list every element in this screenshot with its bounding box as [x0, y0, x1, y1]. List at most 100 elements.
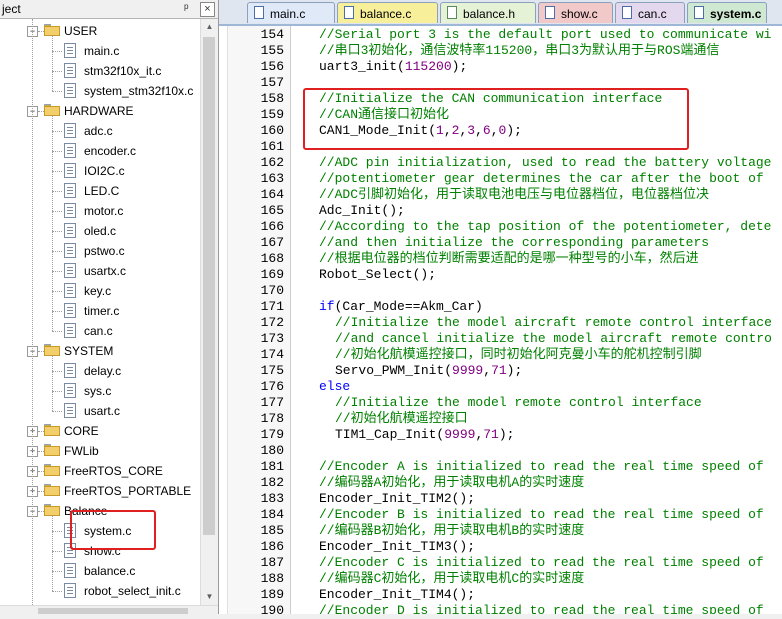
tree-folder[interactable]: − HARDWARE	[0, 101, 200, 121]
line-number: 154	[260, 27, 284, 42]
tree-file[interactable]: stm32f10x_it.c	[0, 61, 200, 81]
tree-file-label: pstwo.c	[84, 244, 125, 258]
code-comment: //串口3初始化，通信波特率115200，串口3为默认用于与ROS端通信	[319, 43, 720, 58]
tree-folder[interactable]: + FreeRTOS_CORE	[0, 461, 200, 481]
tree-file[interactable]: usartx.c	[0, 261, 200, 281]
tree-file-label: LED.C	[84, 184, 120, 198]
code-line[interactable]: Encoder_Init_TIM4();	[319, 587, 475, 603]
tree-file[interactable]: usart.c	[0, 401, 200, 421]
tab-balance-c[interactable]: balance.c	[337, 2, 438, 23]
code-line[interactable]: TIM1_Cap_Init(9999,71);	[335, 427, 514, 443]
tree-file[interactable]: pstwo.c	[0, 241, 200, 261]
code-line[interactable]: //ADC引脚初始化，用于读取电池电压与电位器档位，电位器档位决	[319, 187, 709, 203]
code-line[interactable]: //Initialize the model aircraft remote c…	[335, 315, 772, 331]
tree-file-label: system_stm32f10x.c	[84, 84, 194, 98]
tab-system-c[interactable]: system.c	[687, 2, 767, 23]
line-number: 177	[260, 395, 284, 410]
code-line[interactable]: //Encoder C is initialized to read the r…	[319, 555, 764, 571]
tree-file[interactable]: delay.c	[0, 361, 200, 381]
hscroll-thumb[interactable]	[38, 608, 188, 614]
code-line[interactable]: //编码器B初始化，用于读取电机B的实时速度	[319, 523, 584, 539]
tree-file[interactable]: oled.c	[0, 221, 200, 241]
code-line[interactable]: //初始化航模遥控接口，同时初始化阿克曼小车的舵机控制引脚	[335, 347, 702, 363]
code-line[interactable]: //根据电位器的档位判断需要适配的是哪一种型号的小车，然后进	[319, 251, 699, 267]
scroll-down-arrow-icon[interactable]: ▼	[201, 589, 218, 605]
tree-folder[interactable]: + FWLib	[0, 441, 200, 461]
code-line[interactable]: //potentiometer gear determines the car …	[319, 171, 764, 187]
code-comment: //Encoder A is initialized to read the r…	[319, 459, 764, 474]
c-file-icon	[64, 223, 76, 238]
c-file-icon	[64, 43, 76, 58]
tree-file[interactable]: adc.c	[0, 121, 200, 141]
code-line[interactable]: //初始化航模遥控接口	[335, 411, 468, 427]
c-file-icon	[64, 323, 76, 338]
code-line[interactable]: else	[319, 379, 350, 395]
code-line[interactable]: //and then initialize the corresponding …	[319, 235, 709, 251]
tree-file[interactable]: motor.c	[0, 201, 200, 221]
tab-show-c[interactable]: show.c	[538, 2, 613, 23]
code-line[interactable]: //Serial port 3 is the default port used…	[319, 27, 771, 43]
tree-folder[interactable]: − SYSTEM	[0, 341, 200, 361]
code-line[interactable]: //According to the tap position of the p…	[319, 219, 771, 235]
tree-file[interactable]: balance.c	[0, 561, 200, 581]
code-line[interactable]: Encoder_Init_TIM3();	[319, 539, 475, 555]
code-line[interactable]: //编码器A初始化，用于读取电机A的实时速度	[319, 475, 584, 491]
tab-main-c[interactable]: main.c	[247, 2, 335, 23]
tree-file[interactable]: LED.C	[0, 181, 200, 201]
code-line[interactable]: //Encoder A is initialized to read the r…	[319, 459, 764, 475]
line-number: 185	[260, 523, 284, 538]
tree-file[interactable]: system_stm32f10x.c	[0, 81, 200, 101]
tree-connector	[38, 471, 44, 472]
tree-vertical-scrollbar[interactable]: ▲ ▼	[200, 19, 218, 605]
tree-connector	[52, 591, 62, 592]
pin-icon[interactable]: ᵖ	[184, 1, 189, 15]
tab-balance-h[interactable]: balance.h	[440, 2, 536, 23]
tree-connector	[52, 531, 62, 532]
tree-connector	[38, 111, 44, 112]
tree-file-label: robot_select_init.c	[84, 584, 181, 598]
code-line[interactable]: uart3_init(115200);	[319, 59, 467, 75]
code-line[interactable]: //Initialize the model remote control in…	[335, 395, 702, 411]
tree-file[interactable]: robot_select_init.c	[0, 581, 200, 601]
code-line[interactable]: //编码器C初始化，用于读取电机C的实时速度	[319, 571, 584, 587]
code-line[interactable]: Robot_Select();	[319, 267, 436, 283]
code-line[interactable]: Adc_Init();	[319, 203, 405, 219]
tree-folder-label: FreeRTOS_PORTABLE	[64, 484, 192, 498]
tree-folder-label: HARDWARE	[64, 104, 134, 118]
line-number: 190	[260, 603, 284, 618]
code-line[interactable]: if(Car_Mode==Akm_Car)	[319, 299, 483, 315]
code-line[interactable]: //串口3初始化，通信波特率115200，串口3为默认用于与ROS端通信	[319, 43, 719, 59]
scroll-thumb[interactable]	[203, 37, 215, 535]
tree-horizontal-scrollbar[interactable]	[0, 605, 218, 614]
tree-file[interactable]: sys.c	[0, 381, 200, 401]
tree-file[interactable]: IOI2C.c	[0, 161, 200, 181]
code-line[interactable]: Encoder_Init_TIM2();	[319, 491, 475, 507]
code-token: uart3_init(	[319, 59, 405, 74]
tree-connector	[52, 271, 62, 272]
code-line[interactable]: //Encoder D is initialized to read the r…	[319, 603, 764, 614]
line-number: 184	[260, 507, 284, 522]
scroll-up-arrow-icon[interactable]: ▲	[201, 19, 218, 35]
tree-branch	[52, 515, 53, 591]
tree-connector	[52, 91, 62, 92]
tree-file[interactable]: timer.c	[0, 301, 200, 321]
line-number: 174	[260, 347, 284, 362]
code-line[interactable]: Servo_PWM_Init(9999,71);	[335, 363, 522, 379]
h-file-icon	[447, 6, 457, 19]
code-line[interactable]: //ADC pin initialization, used to read t…	[319, 155, 771, 171]
code-line[interactable]: //and cancel initialize the model aircra…	[335, 331, 772, 347]
code-keyword: else	[319, 379, 351, 394]
tab-can-c[interactable]: can.c	[615, 2, 685, 23]
line-number: 166	[260, 219, 284, 234]
close-icon[interactable]: ×	[200, 2, 215, 17]
tree-folder[interactable]: + FreeRTOS_PORTABLE	[0, 481, 200, 501]
tree-folder[interactable]: + CORE	[0, 421, 200, 441]
tree-file[interactable]: can.c	[0, 321, 200, 341]
tree-folder[interactable]: − USER	[0, 21, 200, 41]
tree-file-label: can.c	[84, 324, 113, 338]
tree-file[interactable]: encoder.c	[0, 141, 200, 161]
tree-branch	[52, 35, 53, 91]
code-line[interactable]: //Encoder B is initialized to read the r…	[319, 507, 764, 523]
tree-file[interactable]: main.c	[0, 41, 200, 61]
tree-file[interactable]: key.c	[0, 281, 200, 301]
